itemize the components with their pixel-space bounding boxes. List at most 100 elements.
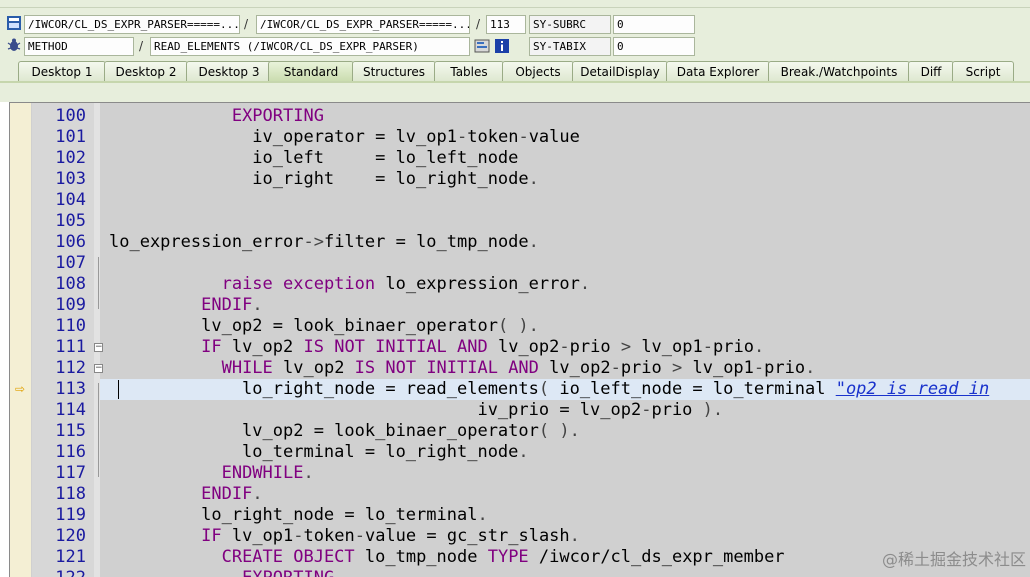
code-token: > (620, 337, 632, 357)
code-line[interactable]: lo_right_node = read_elements( io_left_n… (109, 379, 989, 400)
code-token: - (559, 337, 570, 357)
line-number: 113 (55, 379, 86, 399)
tab-standard[interactable]: Standard (268, 61, 354, 82)
tab-script[interactable]: Script (952, 61, 1014, 82)
header-row-program: /IWCOR/CL_DS_EXPR_PARSER=====... / /IWCO… (0, 14, 1030, 36)
line-number: 106 (55, 232, 86, 252)
code-line[interactable]: lo_right_node = lo_terminal. (109, 505, 488, 526)
code-token: - (610, 358, 621, 378)
tab-tables[interactable]: Tables (434, 61, 504, 82)
code-token: lo_terminal = lo_right_node (109, 442, 519, 462)
code-token: io_left_node = lo_terminal (549, 379, 836, 399)
code-line[interactable]: lo_expression_error->filter = lo_tmp_nod… (109, 232, 539, 253)
separator: / (139, 39, 144, 53)
code-line[interactable]: WHILE lv_op2 IS NOT INITIAL AND lv_op2-p… (109, 358, 816, 379)
tab-data-explorer[interactable]: Data Explorer (666, 61, 770, 82)
line-number: 109 (55, 295, 86, 315)
fold-guide-line (98, 383, 99, 477)
tab-desktop-3[interactable]: Desktop 3 (186, 61, 272, 82)
keyword-token: WHILE (221, 358, 273, 378)
system-field-value[interactable]: 0 (613, 37, 695, 56)
code-line[interactable]: IF lv_op1-token-value = gc_str_slash. (109, 526, 580, 547)
tab-underline (0, 81, 1030, 83)
tab-desktop-2[interactable]: Desktop 2 (104, 61, 188, 82)
code-line[interactable]: iv_prio = lv_op2-prio ). (109, 400, 723, 421)
code-line[interactable]: ENDIF. (109, 484, 263, 505)
system-field-value[interactable]: 0 (613, 15, 695, 34)
code-token: . (252, 295, 263, 315)
code-token: prio (764, 358, 806, 378)
code-token: lo_right_node = lo_terminal (109, 505, 478, 525)
tab-break-watchpoints[interactable]: Break./Watchpoints (768, 61, 910, 82)
program-field[interactable]: /IWCOR/CL_DS_EXPR_PARSER=====... (24, 15, 240, 34)
code-token: prio (569, 337, 621, 357)
system-field-name: SY-TABIX (529, 37, 611, 56)
code-line[interactable]: iv_operator = lv_op1-token-value (109, 127, 580, 148)
line-number: 120 (55, 526, 86, 546)
line-number: 100 (55, 106, 86, 126)
code-line[interactable]: io_right = lo_right_node. (109, 169, 539, 190)
code-token: lo_tmp_node (354, 547, 488, 567)
code-token: . (518, 442, 529, 462)
code-token: . (805, 358, 816, 378)
execution-pointer-icon: ⇨ (15, 382, 26, 396)
include-field[interactable]: /IWCOR/CL_DS_EXPR_PARSER=====... (256, 15, 470, 34)
tab-detail-display[interactable]: DetailDisplay (572, 61, 668, 82)
code-token: value (528, 127, 580, 147)
tab-objects[interactable]: Objects (502, 61, 574, 82)
tab-desktop-1[interactable]: Desktop 1 (18, 61, 106, 82)
source-code-editor[interactable]: 100 EXPORTING 101 iv_operator = lv_op1-to… (9, 102, 1030, 577)
code-token: token (467, 127, 519, 147)
keyword-token: ENDIF (201, 484, 253, 504)
code-token: value = gc_str_slash (364, 526, 570, 546)
code-line[interactable]: IF lv_op2 IS NOT INITIAL AND lv_op2-prio… (109, 337, 764, 358)
code-token: lv_op1 (221, 526, 294, 546)
breakpoint-gutter[interactable] (10, 103, 31, 577)
code-token: iv_prio = lv_op2 (109, 400, 642, 420)
code-token: - (457, 127, 468, 147)
code-token: token (303, 526, 355, 546)
line-number: 117 (55, 463, 86, 483)
info-icon[interactable] (494, 38, 510, 54)
event-name-field[interactable]: READ_ELEMENTS (/IWCOR/CL_DS_EXPR_PARSER) (150, 37, 470, 56)
event-type-field[interactable]: METHOD (24, 37, 134, 56)
code-token: ( (538, 379, 550, 399)
keyword-token: raise exception (221, 274, 376, 294)
code-token: . (252, 484, 263, 504)
code-line[interactable]: raise exception lo_expression_error. (109, 274, 590, 295)
keyword-token: EXPORTING (231, 106, 324, 126)
code-token: - (354, 526, 365, 546)
code-line[interactable]: EXPORTING (109, 106, 324, 127)
separator: / (476, 17, 481, 31)
line-number: 112 (55, 358, 86, 378)
code-line[interactable]: lv_op2 = look_binaer_operator( ). (109, 421, 580, 442)
display-object-icon[interactable] (474, 38, 490, 54)
code-line[interactable]: ENDWHILE. (109, 463, 314, 484)
code-token: iv_operator = lv_op1 (109, 127, 457, 147)
keyword-token: ENDWHILE (221, 463, 304, 483)
code-token: ). (702, 400, 724, 420)
code-line[interactable]: io_left = lo_left_node (109, 148, 518, 169)
tab-structures[interactable]: Structures (352, 61, 436, 82)
watermark: @稀土掘金技术社区 (881, 550, 1026, 569)
code-token: lv_op1 (682, 358, 754, 378)
line-number-field[interactable]: 113 (486, 15, 526, 34)
code-token: - (753, 358, 765, 378)
code-line[interactable]: ENDIF. (109, 295, 263, 316)
fold-collapse-icon-while[interactable]: − (94, 364, 103, 373)
code-token: lv_op2 (221, 337, 304, 357)
code-token: lv_op2 = look_binaer_operator (109, 316, 498, 336)
code-token: prio (651, 400, 703, 420)
bug-icon (7, 38, 21, 51)
keyword-token: TYPE (487, 547, 529, 567)
code-line[interactable]: lo_terminal = lo_right_node. (109, 442, 529, 463)
line-number: 103 (55, 169, 86, 189)
code-token: . (303, 463, 314, 483)
code-line[interactable]: lv_op2 = look_binaer_operator( ). (109, 316, 539, 337)
code-line[interactable]: CREATE OBJECT lo_tmp_node TYPE /iwcor/cl… (109, 547, 785, 568)
fold-collapse-icon-if[interactable]: − (94, 343, 103, 352)
tab-diff[interactable]: Diff (908, 61, 954, 82)
